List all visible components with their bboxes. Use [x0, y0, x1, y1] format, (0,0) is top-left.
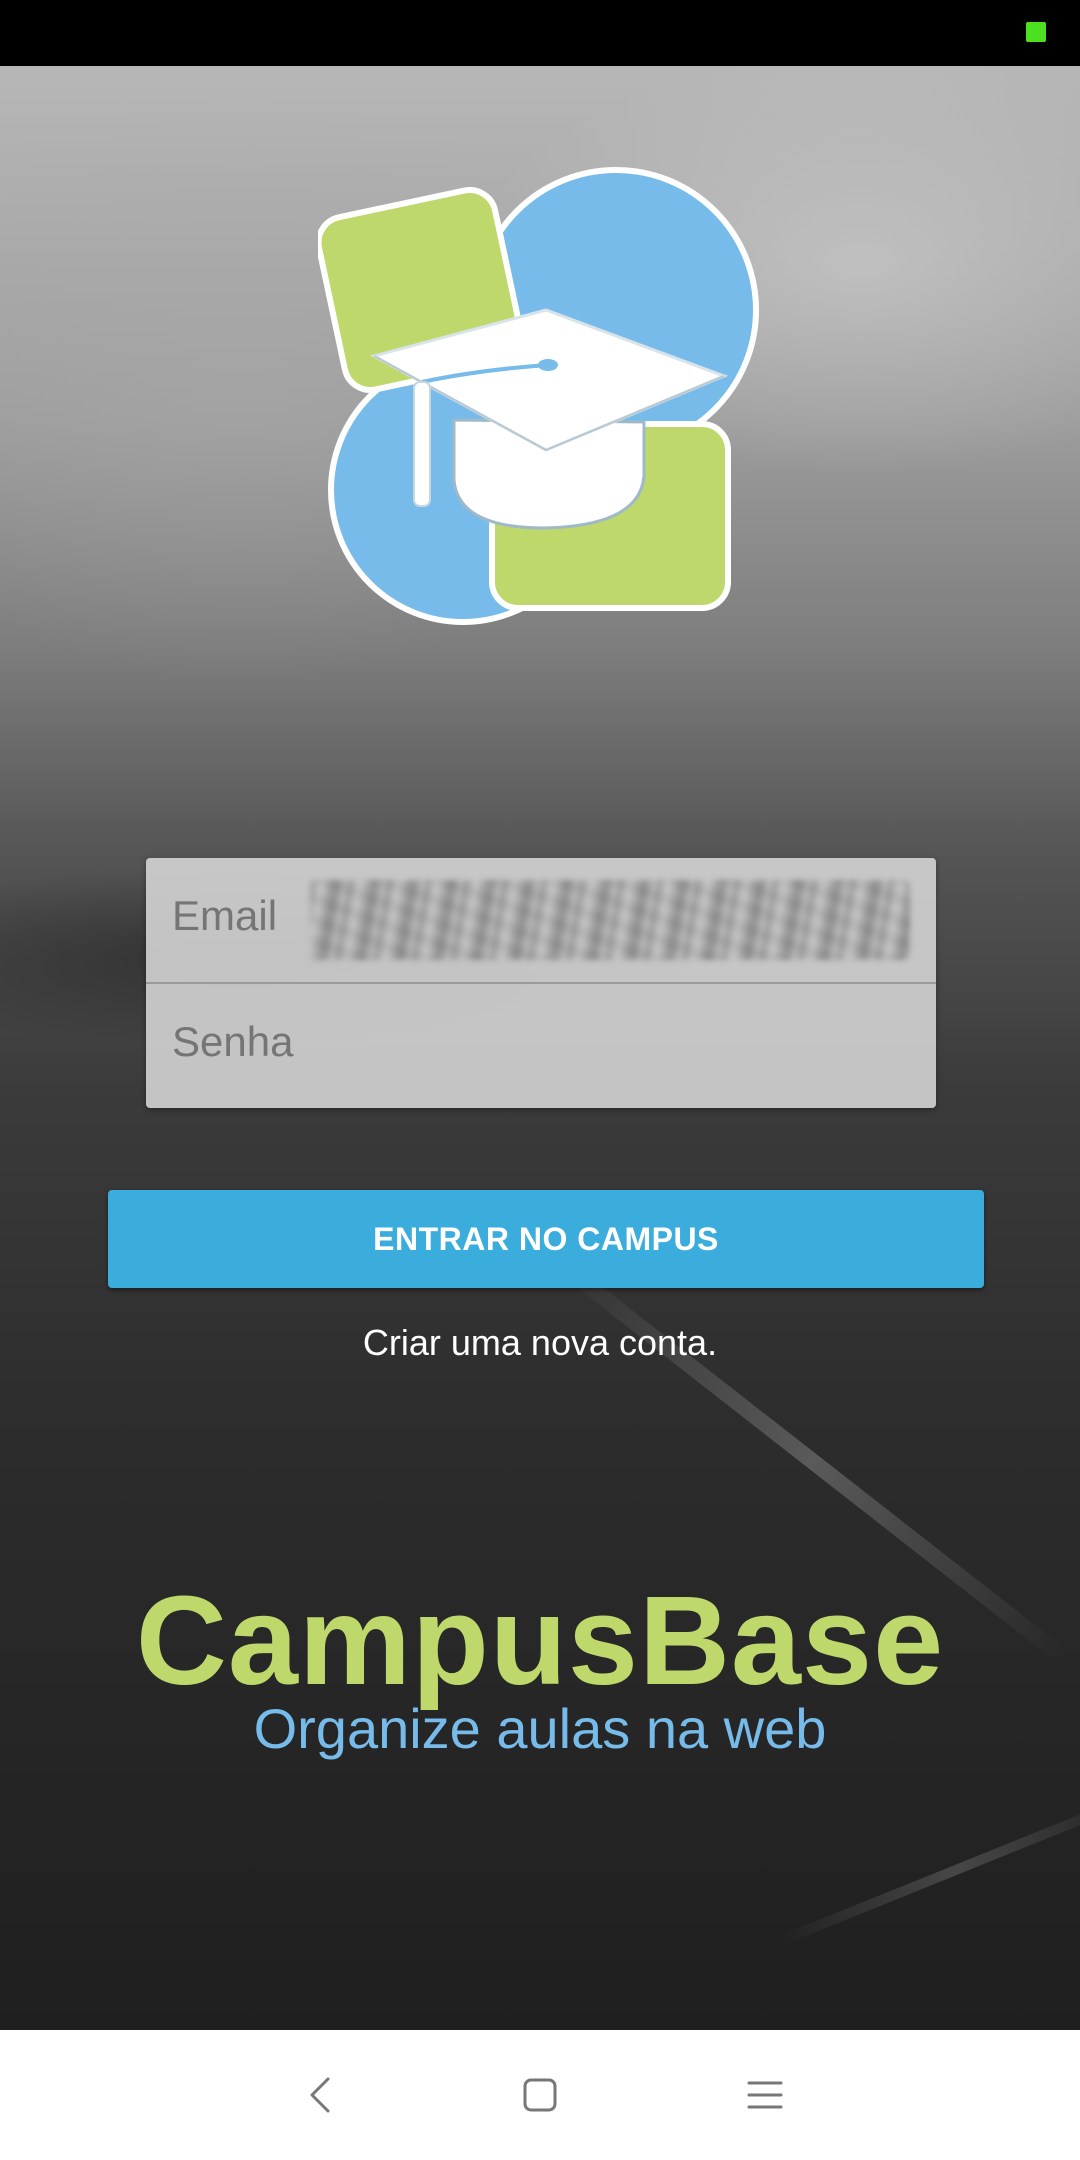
status-indicator-icon: [1026, 22, 1046, 42]
brand-tagline: Organize aulas na web: [253, 1697, 827, 1760]
home-icon: [523, 2078, 557, 2112]
home-button[interactable]: [500, 2060, 580, 2130]
brand-name: CampusBase: [135, 1570, 945, 1711]
email-field-row: Email: [146, 858, 936, 984]
password-field-row: Senha: [146, 984, 936, 1108]
create-account-link[interactable]: Criar uma nova conta.: [0, 1322, 1080, 1364]
email-label: Email: [172, 892, 278, 939]
login-button[interactable]: ENTRAR NO CAMPUS: [108, 1190, 984, 1288]
menu-button[interactable]: [725, 2060, 805, 2130]
menu-icon: [747, 2081, 783, 2109]
back-icon: [310, 2077, 330, 2113]
password-field[interactable]: [310, 1004, 914, 1090]
background-streak: [778, 1794, 1080, 1946]
email-field[interactable]: [310, 880, 910, 960]
password-label: Senha: [172, 1018, 294, 1065]
graduation-cap-logo-icon: [318, 167, 759, 625]
login-form: Email Senha: [146, 858, 936, 1108]
status-bar: [0, 0, 1080, 66]
back-button[interactable]: [280, 2060, 360, 2130]
navigation-bar: [0, 2030, 1080, 2160]
